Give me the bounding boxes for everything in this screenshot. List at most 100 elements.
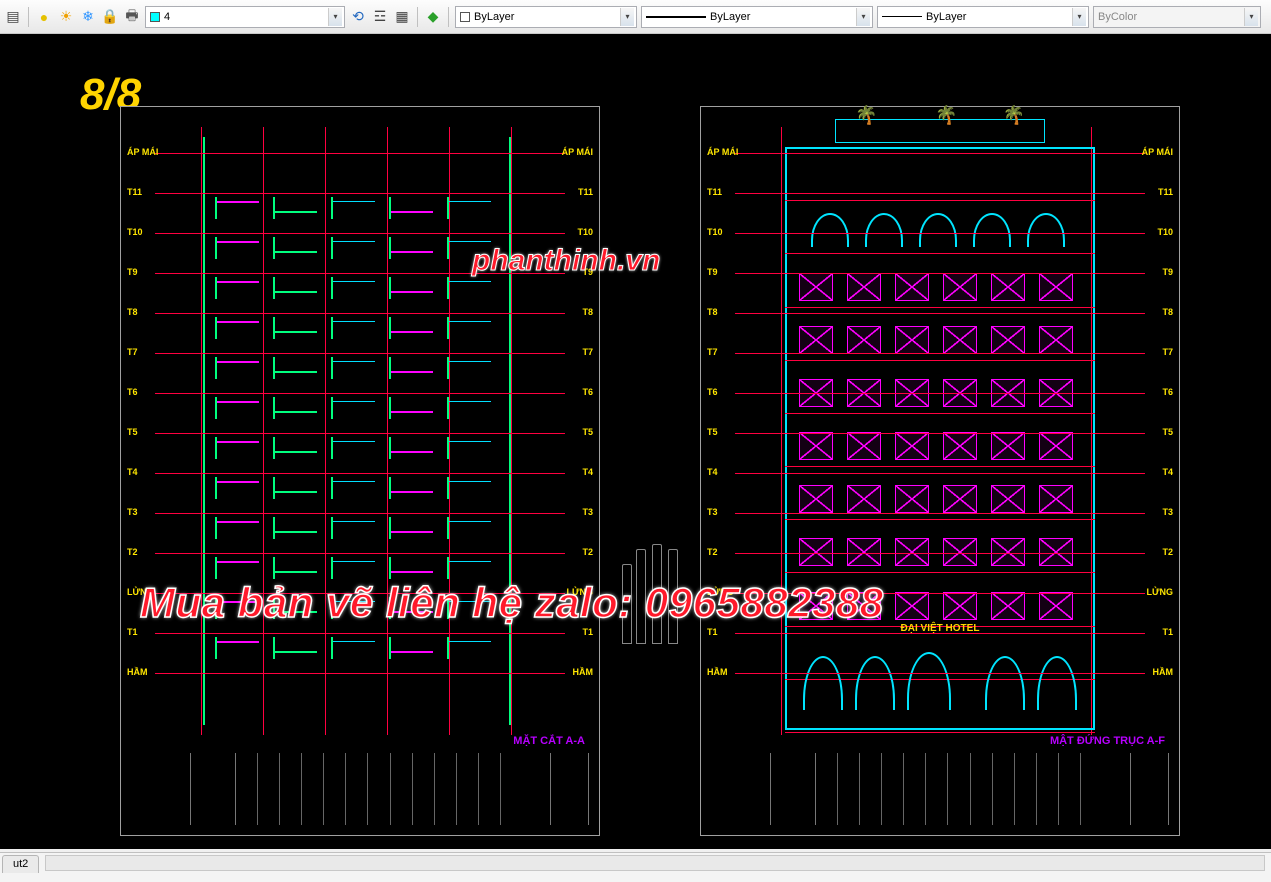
color-value[interactable] <box>474 11 616 23</box>
section-line <box>389 357 391 379</box>
floor-gridline <box>155 633 565 634</box>
section-line <box>331 441 375 442</box>
window <box>847 273 881 301</box>
section-line <box>215 237 217 259</box>
plot-icon[interactable]: 🖶 <box>123 8 141 26</box>
lineweight-preview <box>882 16 922 17</box>
floor-label: HẦM <box>1153 667 1174 677</box>
floor-gridline <box>735 393 1145 394</box>
hscrollbar[interactable] <box>45 855 1265 871</box>
section-line <box>331 637 333 659</box>
floor-gridline <box>155 673 565 674</box>
floor-gridline <box>155 553 565 554</box>
floor-label: T4 <box>707 467 718 477</box>
elev-floor-line <box>785 360 1095 361</box>
floor-gridline <box>735 153 1145 154</box>
section-line <box>389 331 433 333</box>
palm-icon: 🌴 <box>1003 105 1025 126</box>
make-current-icon[interactable]: ◆ <box>424 8 442 26</box>
elev-floor-line <box>785 200 1095 201</box>
floor-label: T10 <box>707 227 723 237</box>
layer-dropdown[interactable]: ▾ <box>145 6 345 28</box>
floor-label: T6 <box>707 387 718 397</box>
window <box>943 592 977 620</box>
section-line <box>331 401 375 402</box>
section-line <box>447 481 491 482</box>
floor-gridline <box>735 433 1145 434</box>
lightbulb-icon[interactable]: ● <box>35 8 53 26</box>
floor-label: T8 <box>1162 307 1173 317</box>
floor-label: T7 <box>707 347 718 357</box>
section-line <box>447 557 449 579</box>
chevron-down-icon[interactable]: ▾ <box>856 8 870 26</box>
color-dropdown[interactable]: ▾ <box>455 6 637 28</box>
floor-gridline <box>155 433 565 434</box>
floor-label: T9 <box>127 267 138 277</box>
section-line <box>331 521 375 522</box>
section-line <box>331 641 375 642</box>
window <box>1039 592 1073 620</box>
section-line <box>447 361 491 362</box>
floor-label: T3 <box>582 507 593 517</box>
chevron-down-icon[interactable]: ▾ <box>328 8 342 26</box>
lineweight-value[interactable] <box>926 11 1068 23</box>
lineweight-dropdown[interactable]: ▾ <box>877 6 1089 28</box>
section-line <box>389 491 433 493</box>
section-line <box>215 361 259 363</box>
floor-gridline <box>735 473 1145 474</box>
model-space[interactable]: 8/8 MẶT CẮT A-A ÁP MÁIÁP MÁIT11T11T10T10… <box>0 34 1271 849</box>
layer-manager-icon[interactable]: ▦ <box>393 8 411 26</box>
section-line <box>389 317 391 339</box>
section-line <box>273 571 317 573</box>
layout-tab[interactable]: ut2 <box>2 855 39 873</box>
section-line <box>273 477 275 499</box>
section-line <box>447 201 491 202</box>
section-line <box>447 281 491 282</box>
elev-floor-line <box>785 253 1095 254</box>
floor-label: HẦM <box>573 667 594 677</box>
window <box>799 273 833 301</box>
window <box>991 326 1025 354</box>
floor-gridline <box>155 393 565 394</box>
floor-gridline <box>155 513 565 514</box>
drawing-sheet-section: MẶT CẮT A-A ÁP MÁIÁP MÁIT11T11T10T10T9T9… <box>120 106 600 836</box>
section-line <box>215 561 259 563</box>
floor-label: T2 <box>707 547 718 557</box>
section-line <box>215 637 217 659</box>
plotstyle-value[interactable] <box>1098 11 1240 23</box>
window <box>1039 273 1073 301</box>
freeze-icon[interactable]: ❄ <box>79 8 97 26</box>
window <box>799 485 833 513</box>
section-line <box>331 561 375 562</box>
section-line <box>331 237 333 259</box>
section-line <box>273 211 317 213</box>
list-icon[interactable]: ▤ <box>4 8 22 26</box>
layer-states-icon[interactable]: ☲ <box>371 8 389 26</box>
floor-label: T11 <box>1158 187 1173 197</box>
floor-label: ÁP MÁI <box>127 147 158 157</box>
layer-color-swatch <box>150 12 160 22</box>
section-line <box>389 277 391 299</box>
section-line <box>447 561 491 562</box>
layer-name-input[interactable] <box>164 11 324 23</box>
layer-previous-icon[interactable]: ⟲ <box>349 8 367 26</box>
plotstyle-dropdown[interactable]: ▾ <box>1093 6 1261 28</box>
gridline <box>511 127 512 735</box>
sun-icon[interactable]: ☀ <box>57 8 75 26</box>
section-line <box>215 517 217 539</box>
floor-label: LỬNG <box>1147 587 1173 597</box>
chevron-down-icon[interactable]: ▾ <box>1244 8 1258 26</box>
chevron-down-icon[interactable]: ▾ <box>620 8 634 26</box>
linetype-value[interactable] <box>710 11 852 23</box>
floor-label: HẦM <box>707 667 728 677</box>
section-line <box>273 517 275 539</box>
floor-label: T7 <box>127 347 138 357</box>
lock-icon[interactable]: 🔒 <box>101 8 119 26</box>
chevron-down-icon[interactable]: ▾ <box>1072 8 1086 26</box>
linetype-dropdown[interactable]: ▾ <box>641 6 873 28</box>
properties-toolbar: ▤ ● ☀ ❄ 🔒 🖶 ▾ ⟲ ☲ ▦ ◆ ▾ ▾ ▾ ▾ <box>0 0 1271 34</box>
section-line <box>389 517 391 539</box>
section-line <box>273 251 317 253</box>
window <box>799 326 833 354</box>
section-line <box>273 197 275 219</box>
